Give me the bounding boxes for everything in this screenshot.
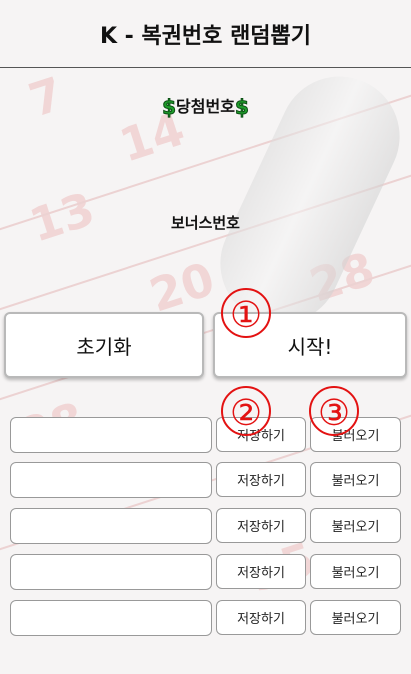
reset-button[interactable]: 초기화 xyxy=(4,312,204,378)
page-title: K - 복권번호 랜덤뽑기 xyxy=(99,24,312,49)
load-button-2[interactable]: 불러오기 xyxy=(310,462,401,497)
annotation-marker-2: ② xyxy=(221,386,271,436)
winning-numbers-label: $당첨번호$ xyxy=(0,93,411,120)
saved-numbers-field-2[interactable] xyxy=(10,462,212,498)
header-divider xyxy=(0,67,411,68)
save-button-4[interactable]: 저장하기 xyxy=(216,554,306,589)
save-button-3[interactable]: 저장하기 xyxy=(216,508,306,543)
dollar-icon: $ xyxy=(234,95,249,120)
saved-numbers-field-1[interactable] xyxy=(10,417,212,453)
saved-numbers-field-5[interactable] xyxy=(10,600,212,636)
annotation-marker-3: ③ xyxy=(309,386,359,436)
dollar-icon: $ xyxy=(162,95,177,120)
load-button-3[interactable]: 불러오기 xyxy=(310,508,401,543)
save-button-5[interactable]: 저장하기 xyxy=(216,600,306,635)
load-button-5[interactable]: 불러오기 xyxy=(310,600,401,635)
save-button-2[interactable]: 저장하기 xyxy=(216,462,306,497)
annotation-marker-1: ① xyxy=(221,288,271,338)
saved-numbers-field-4[interactable] xyxy=(10,554,212,590)
winning-label-text: 당첨번호 xyxy=(176,97,235,116)
load-button-4[interactable]: 불러오기 xyxy=(310,554,401,589)
saved-numbers-field-3[interactable] xyxy=(10,508,212,544)
bonus-number-label: 보너스번호 xyxy=(170,214,240,232)
